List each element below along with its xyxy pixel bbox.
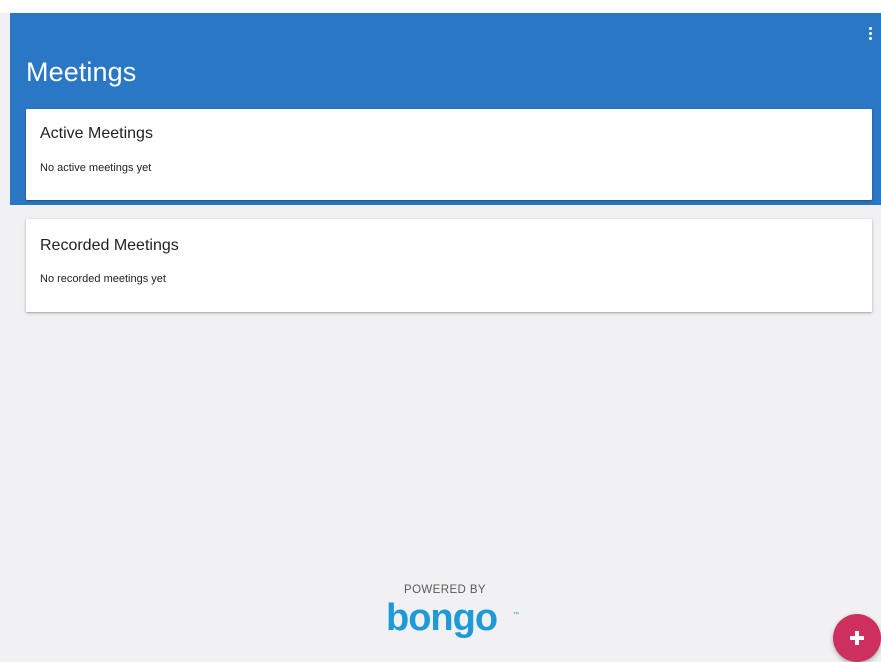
bongo-logo-text: bongo xyxy=(386,597,497,639)
active-meetings-title: Active Meetings xyxy=(40,125,153,142)
recorded-meetings-title: Recorded Meetings xyxy=(40,237,179,254)
page-title: Meetings xyxy=(26,57,137,87)
svg-text:™: ™ xyxy=(513,611,519,618)
recorded-meetings-empty-text: No recorded meetings yet xyxy=(40,273,166,285)
recorded-meetings-card: Recorded Meetings No recorded meetings y… xyxy=(26,219,872,312)
overflow-menu-button[interactable] xyxy=(860,22,880,44)
window-top-strip xyxy=(0,0,881,13)
plus-icon xyxy=(850,631,864,645)
active-meetings-empty-text: No active meetings yet xyxy=(40,162,152,174)
more-vert-icon xyxy=(868,26,872,40)
active-meetings-card: Active Meetings No active meetings yet xyxy=(26,109,872,200)
bongo-logo: bongo ™ xyxy=(386,597,519,639)
new-meeting-button[interactable] xyxy=(833,614,881,662)
